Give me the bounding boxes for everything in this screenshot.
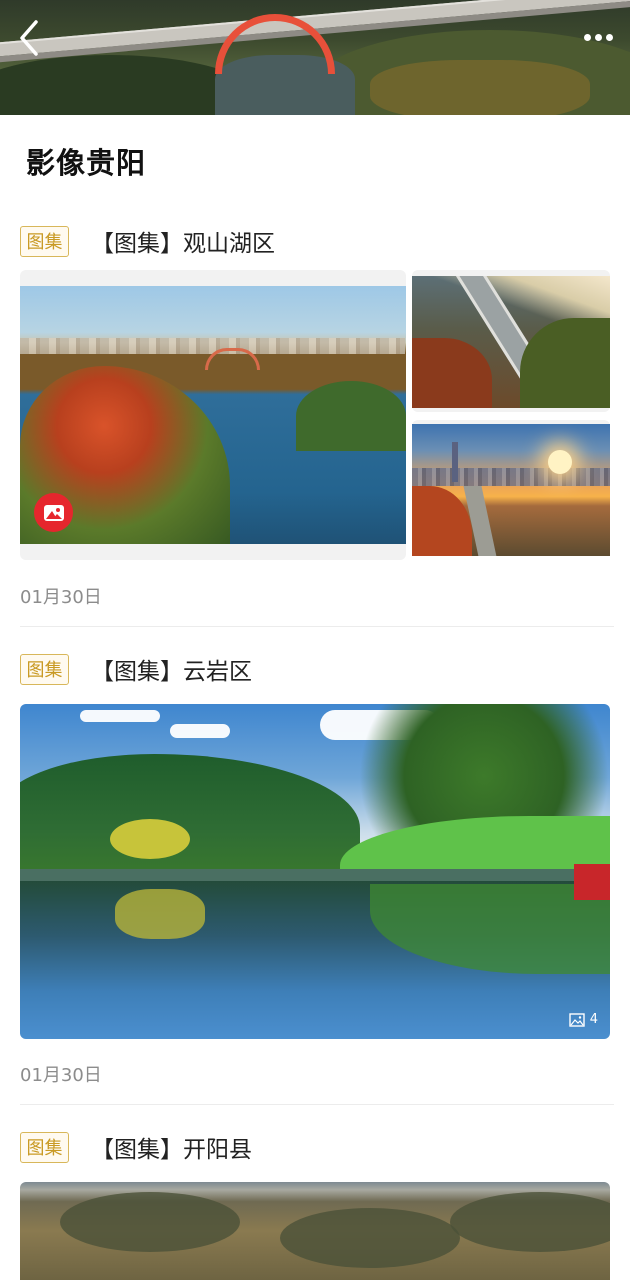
publish-date: 01月30日 (20, 587, 102, 608)
image-icon (569, 1012, 585, 1027)
image-trees (520, 318, 610, 408)
gallery-main-image[interactable] (20, 286, 406, 544)
category-tag: 图集 (20, 1131, 69, 1163)
gallery-thumb-image[interactable] (412, 276, 610, 408)
image-autumn-trees (412, 338, 492, 408)
image-sun (548, 450, 572, 474)
header-banner-image (0, 0, 630, 115)
divider (20, 626, 614, 627)
article-title[interactable]: 【图集】云岩区 (91, 652, 252, 686)
image-icon (43, 504, 64, 521)
image-tower (452, 442, 458, 482)
photo-gallery-badge (34, 493, 73, 532)
publish-date: 01月30日 (20, 1065, 102, 1086)
back-button[interactable] (12, 16, 46, 60)
image-autumn-trees (412, 486, 472, 556)
more-button[interactable] (576, 22, 620, 52)
image-shoreline (20, 869, 610, 881)
more-dots-icon (594, 33, 602, 41)
more-dots-icon (583, 33, 591, 41)
article-header: 图集 【图集】云岩区 (20, 652, 610, 686)
article-title[interactable]: 【图集】开阳县 (91, 1130, 252, 1164)
article-card[interactable]: 图集 【图集】开阳县 (20, 1130, 610, 1280)
image-cloud (170, 724, 230, 738)
gallery-cover-image[interactable]: 4 (20, 704, 610, 1039)
article-card[interactable]: 图集 【图集】云岩区 4 01月30日 (20, 652, 614, 1105)
article-header: 图集 【图集】观山湖区 (20, 224, 610, 258)
category-tag: 图集 (20, 653, 69, 685)
gallery-thumb-image[interactable] (412, 424, 610, 556)
image-count-badge: 4 (569, 1012, 598, 1027)
more-dots-icon (605, 33, 613, 41)
divider (20, 1104, 614, 1105)
image-ridge (280, 1208, 460, 1268)
image-count: 4 (589, 1012, 598, 1027)
image-cloud (80, 710, 160, 722)
article-header: 图集 【图集】开阳县 (20, 1130, 610, 1164)
image-red-hut (574, 864, 610, 900)
category-tag: 图集 (20, 225, 69, 257)
gallery-cover-image[interactable] (20, 1182, 610, 1280)
chevron-left-icon (20, 20, 38, 56)
image-trees (296, 381, 406, 451)
banner-foliage (370, 60, 590, 115)
image-mountain (20, 754, 360, 884)
image-ridge (60, 1192, 240, 1252)
image-skyline (20, 338, 405, 354)
image-reflection (115, 889, 205, 939)
page-title: 影像贵阳 (26, 146, 147, 180)
image-skyline (412, 468, 610, 486)
image-ridge (450, 1192, 610, 1252)
article-title[interactable]: 【图集】观山湖区 (91, 224, 275, 258)
image-yellow-trees (110, 819, 190, 859)
article-card[interactable]: 图集 【图集】观山湖区 01月30日 (20, 224, 614, 627)
